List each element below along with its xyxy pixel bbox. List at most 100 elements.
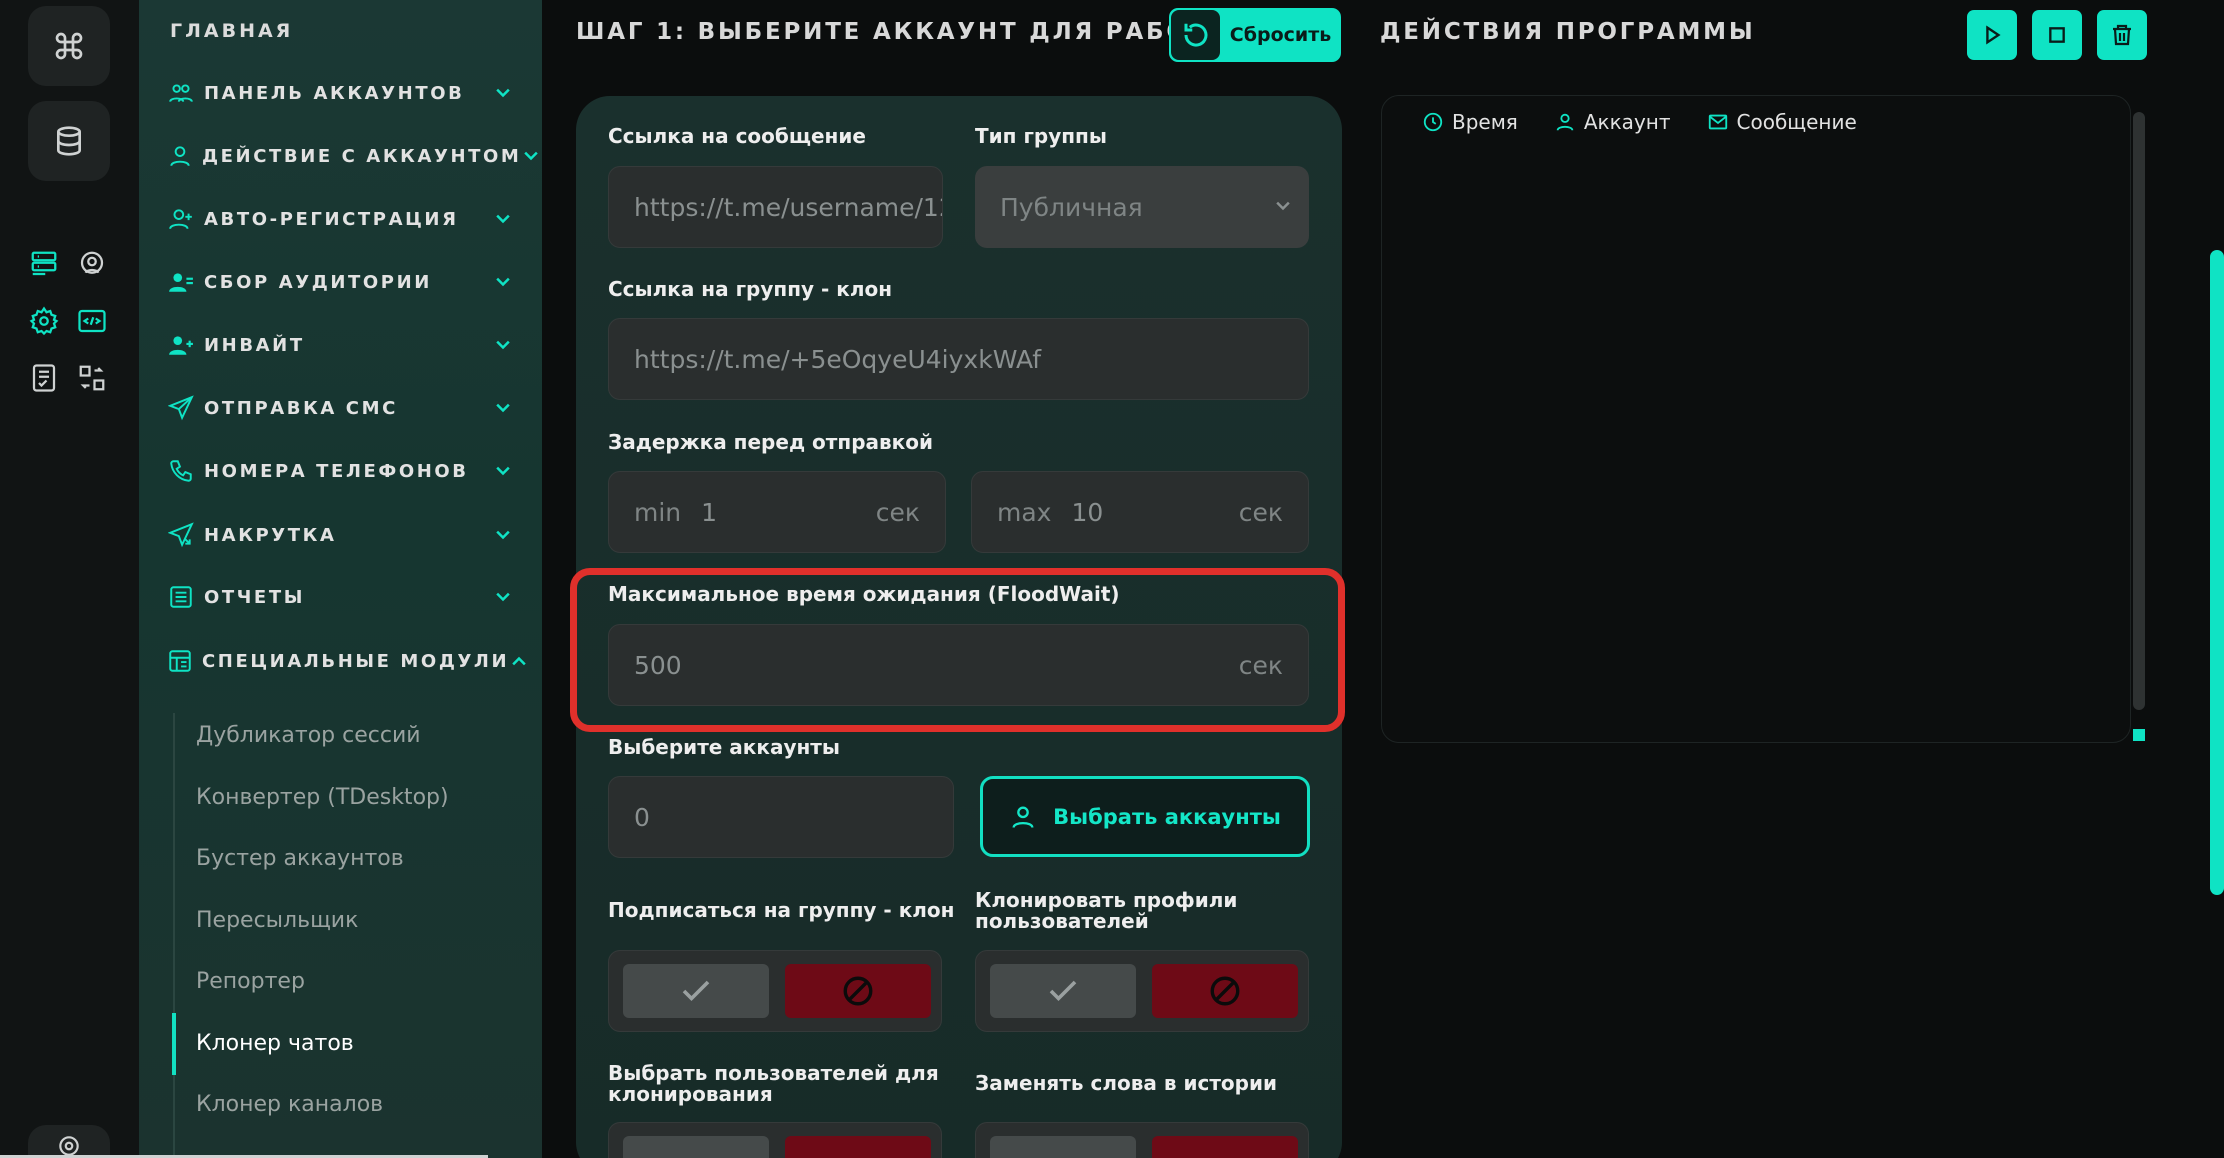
chevron-down-icon — [496, 530, 510, 540]
submenu-item-session-duplicator[interactable]: Дубликатор сессий — [196, 723, 421, 748]
stop-button[interactable] — [2032, 10, 2082, 60]
play-button[interactable] — [1967, 10, 2017, 60]
user-icon — [170, 146, 190, 167]
sidebar-item-phone-numbers[interactable]: НОМЕРА ТЕЛЕФОНОВ — [167, 451, 515, 491]
chevron-down-icon — [496, 88, 510, 98]
checklist-button[interactable] — [27, 361, 61, 395]
chevron-down-icon — [496, 592, 510, 602]
log-scrollbar[interactable] — [2133, 112, 2145, 710]
report-icon — [170, 586, 192, 608]
log-column-label: Сообщение — [1736, 110, 1857, 134]
submenu-item-account-booster[interactable]: Бустер аккаунтов — [196, 846, 404, 871]
select-users-label-line1: Выбрать пользователей для — [608, 1061, 939, 1085]
chevron-down-icon — [496, 277, 510, 287]
chevron-up-icon — [512, 656, 526, 666]
select-users-toggle — [608, 1122, 942, 1158]
reset-button[interactable]: Сбросить — [1169, 8, 1341, 62]
database-button[interactable] — [28, 101, 110, 181]
submenu-item-converter[interactable]: Конвертер (TDesktop) — [196, 785, 449, 810]
actions-log: Время Аккаунт Сообщение — [1381, 95, 2145, 743]
resize-handle[interactable] — [2133, 729, 2145, 741]
sidebar-item-label: ОТЧЕТЫ — [204, 586, 305, 608]
clone-profiles-yes-button[interactable] — [990, 964, 1136, 1018]
mail-icon — [1708, 114, 1727, 130]
user-location-button[interactable] — [75, 247, 109, 281]
sidebar-item-auto-registration[interactable]: АВТО-РЕГИСТРАЦИЯ — [167, 199, 515, 239]
sidebar: ГЛАВНАЯ ПАНЕЛЬ АККАУНТОВ ДЕЙСТВИЕ С АККА… — [139, 0, 542, 1158]
sidebar-item-label: НОМЕРА ТЕЛЕФОНОВ — [204, 460, 469, 482]
sidebar-item-send-sms[interactable]: ОТПРАВКА СМС — [167, 388, 515, 428]
sidebar-item-reports[interactable]: ОТЧЕТЫ — [167, 577, 515, 617]
sidebar-item-label: ИНВАЙТ — [204, 334, 305, 356]
replace-words-toggle — [975, 1122, 1309, 1158]
log-columns: Время Аккаунт Сообщение — [1422, 110, 1893, 134]
clone-profiles-no-button[interactable] — [1152, 964, 1298, 1018]
rail-settings-button[interactable] — [28, 1125, 110, 1158]
settings-button[interactable] — [27, 304, 61, 338]
log-column-account[interactable]: Аккаунт — [1554, 110, 1671, 134]
delay-min-input[interactable]: min 1 сек — [608, 471, 946, 553]
log-column-label: Время — [1452, 110, 1518, 134]
users-icon — [169, 84, 193, 103]
user-add-icon — [169, 209, 192, 230]
step-title: ШАГ 1: ВЫБЕРИТЕ АККАУНТ ДЛЯ РАБОТЫ — [576, 19, 1234, 45]
delete-button[interactable] — [2097, 10, 2147, 60]
sidebar-item-label: НАКРУТКА — [204, 524, 337, 546]
chevron-down-icon — [496, 214, 510, 224]
code-window-icon — [78, 309, 106, 333]
server-list-button[interactable] — [27, 247, 61, 281]
subscribe-clone-label: Подписаться на группу - клон — [608, 898, 955, 922]
submenu-item-reporter[interactable]: Репортер — [196, 969, 305, 994]
select-users-no-button[interactable] — [785, 1136, 931, 1158]
refresh-icon — [1183, 23, 1207, 47]
reset-label: Сбросить — [1229, 24, 1332, 46]
select-users-label-line2: клонирования — [608, 1082, 773, 1106]
user-icon — [1012, 806, 1034, 828]
replace-words-no-button[interactable] — [1152, 1136, 1298, 1158]
log-column-label: Аккаунт — [1583, 110, 1671, 134]
sidebar-item-label: СПЕЦИАЛЬНЫЕ МОДУЛИ — [202, 650, 510, 672]
clone-group-link-input[interactable]: https://t.me/+5eOqyeU4iyxkWAf — [608, 318, 1309, 400]
sidebar-item-special-modules[interactable]: СПЕЦИАЛЬНЫЕ МОДУЛИ — [167, 641, 526, 681]
delay-max-value: 10 — [1071, 497, 1104, 527]
select-users-yes-button[interactable] — [623, 1136, 769, 1158]
active-indicator — [172, 1013, 176, 1075]
log-column-time[interactable]: Время — [1422, 110, 1518, 134]
subscribe-clone-toggle — [608, 950, 942, 1032]
modules-icon — [169, 650, 191, 672]
log-column-message[interactable]: Сообщение — [1707, 110, 1857, 134]
chevron-down-icon — [496, 403, 510, 413]
code-window-button[interactable] — [75, 304, 109, 338]
subscribe-clone-yes-button[interactable] — [623, 964, 769, 1018]
subscribe-clone-no-button[interactable] — [785, 964, 931, 1018]
group-type-value: Публичная — [1000, 192, 1143, 222]
check-icon — [1049, 980, 1077, 1002]
message-link-input[interactable]: https://t.me/username/12 — [608, 166, 943, 248]
sidebar-item-invite[interactable]: ИНВАЙТ — [167, 325, 515, 365]
submenu-item-channel-cloner[interactable]: Клонер каналов — [196, 1092, 383, 1117]
clone-profiles-toggle — [975, 950, 1309, 1032]
command-button[interactable] — [28, 6, 110, 86]
select-accounts-button[interactable]: Выбрать аккаунты — [980, 776, 1310, 857]
block-icon — [1210, 976, 1240, 1006]
phone-icon — [170, 460, 192, 482]
chevron-down-icon — [1276, 201, 1290, 211]
select-accounts-label: Выбрать аккаунты — [1053, 804, 1281, 829]
submenu-item-chat-cloner[interactable]: Клонер чатов — [196, 1031, 354, 1056]
sidebar-item-audience[interactable]: СБОР АУДИТОРИИ — [167, 262, 515, 302]
exchange-icon — [79, 365, 105, 391]
group-type-select[interactable]: Публичная — [975, 166, 1309, 248]
sidebar-item-accounts-panel[interactable]: ПАНЕЛЬ АККАУНТОВ — [167, 73, 515, 113]
chevron-down-icon — [524, 151, 539, 161]
sidebar-item-account-actions[interactable]: ДЕЙСТВИЕ С АККАУНТОМ — [167, 136, 539, 176]
submenu-item-forwarder[interactable]: Пересыльщик — [196, 908, 358, 933]
sidebar-item-boost[interactable]: НАКРУТКА — [167, 515, 515, 555]
delay-max-input[interactable]: max 10 сек — [971, 471, 1309, 553]
page-scrollbar[interactable] — [2210, 250, 2224, 895]
accounts-count-input[interactable]: 0 — [608, 776, 954, 858]
sidebar-home[interactable]: ГЛАВНАЯ — [170, 20, 293, 42]
replace-words-yes-button[interactable] — [990, 1136, 1136, 1158]
audience-icon — [169, 273, 193, 292]
exchange-button[interactable] — [75, 361, 109, 395]
settings-gear-icon — [29, 306, 59, 336]
